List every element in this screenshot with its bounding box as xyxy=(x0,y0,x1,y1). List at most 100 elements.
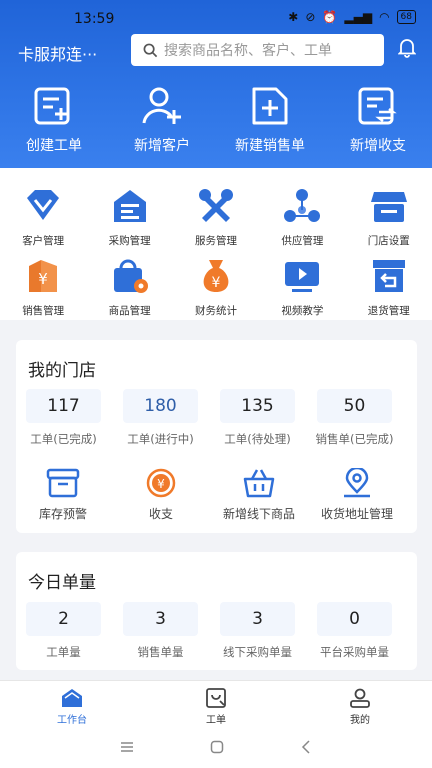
stat-label: 线下采购单量 xyxy=(223,645,292,659)
income-expense-icon xyxy=(358,87,397,125)
store-icon xyxy=(370,192,407,222)
tab-mine[interactable]: 我的 xyxy=(288,681,432,726)
store-selector[interactable]: 卡服邦连··· xyxy=(18,41,97,65)
status-icons: ✱ ⊘ ⏰ ▂▄▆ ◠ 68 xyxy=(288,10,416,24)
grid-label: 采购管理 xyxy=(108,235,151,247)
bluetooth-icon: ✱ xyxy=(288,10,299,24)
stat-value: 3 xyxy=(123,602,198,636)
grid-label: 服务管理 xyxy=(194,235,237,247)
stat-label: 工单(进行中) xyxy=(127,432,194,446)
goods-icon xyxy=(113,259,148,293)
grid-item-service[interactable]: 服务管理 xyxy=(173,186,259,248)
basket-icon xyxy=(243,469,275,498)
grid-row: 客户管理 采购管理 服务管理 供应管理 门店设置 xyxy=(0,186,432,248)
tab-workbench[interactable]: 工作台 xyxy=(0,681,144,726)
grid-label: 销售管理 xyxy=(22,305,65,317)
stat-label: 销售单量 xyxy=(137,645,184,659)
stat-label: 工单(待处理) xyxy=(224,432,291,446)
nav-label: 工作台 xyxy=(57,715,87,726)
video-icon xyxy=(285,262,320,292)
top-bar: 卡服邦连··· 搜索商品名称、客户、工单 xyxy=(0,34,432,68)
my-store-stats: 117 工单(已完成) 180 工单(进行中) 135 工单(待处理) 50 销… xyxy=(26,389,393,447)
grid-item-goods[interactable]: 商品管理 xyxy=(86,256,172,318)
document-add-icon xyxy=(34,87,70,125)
stat-workorder-count[interactable]: 2 工单量 xyxy=(26,602,101,660)
stat-sales-completed[interactable]: 50 销售单(已完成) xyxy=(316,389,393,447)
grid-item-sales[interactable]: ¥ 销售管理 xyxy=(0,256,86,318)
stat-offline-purchase-count[interactable]: 3 线下采购单量 xyxy=(220,602,295,660)
inventory-alert-button[interactable]: 库存预警 xyxy=(14,468,112,522)
menu-icon[interactable] xyxy=(120,741,134,753)
grid-item-return[interactable]: 退货管理 xyxy=(346,256,432,318)
tools-icon xyxy=(198,189,233,222)
service-label: 收支 xyxy=(148,507,173,521)
add-offline-goods-button[interactable]: 新增线下商品 xyxy=(210,468,308,522)
grid-item-customer[interactable]: 客户管理 xyxy=(0,186,86,248)
today-title: 今日单量 xyxy=(28,573,96,593)
diamond-icon xyxy=(27,190,60,220)
purchase-icon xyxy=(113,190,146,222)
quick-actions: 创建工单 新增客户 新建销售单 新增收支 xyxy=(0,86,432,155)
grid-label: 退货管理 xyxy=(367,305,410,317)
status-time: 13:59 xyxy=(74,11,115,27)
stat-label: 销售单(已完成) xyxy=(315,432,394,446)
quick-action-label: 新建销售单 xyxy=(235,138,305,154)
service-label: 新增线下商品 xyxy=(222,507,295,521)
grid-item-finance[interactable]: ¥ 财务统计 xyxy=(173,256,259,318)
today-stats: 2 工单量 3 销售单量 3 线下采购单量 0 平台采购单量 xyxy=(26,602,392,660)
search-icon xyxy=(143,43,158,57)
search-input[interactable]: 搜索商品名称、客户、工单 xyxy=(131,34,384,66)
add-income-expense-button[interactable]: 新增收支 xyxy=(324,86,432,155)
service-label: 收货地址管理 xyxy=(320,507,393,521)
grid-item-supply[interactable]: 供应管理 xyxy=(259,186,345,248)
sales-icon: ¥ xyxy=(29,260,58,292)
sales-add-icon xyxy=(252,87,288,125)
grid-row: ¥ 销售管理 商品管理 ¥ 财务统计 视频教学 退货管理 xyxy=(0,256,432,318)
inventory-icon xyxy=(46,468,80,498)
today-orders-card: 今日单量 2 工单量 3 销售单量 3 线下采购单量 0 平台采购单量 xyxy=(16,552,417,670)
income-expense-button[interactable]: ¥ 收支 xyxy=(112,468,210,522)
tab-workorder[interactable]: 工单 xyxy=(144,681,288,726)
grid-item-video[interactable]: 视频教学 xyxy=(259,256,345,318)
stat-value: 2 xyxy=(26,602,101,636)
service-label: 库存预警 xyxy=(38,507,87,521)
stat-workorder-in-progress[interactable]: 180 工单(进行中) xyxy=(123,389,198,447)
stat-value: 50 xyxy=(317,389,392,423)
system-nav-bar xyxy=(0,726,432,768)
stat-workorder-completed[interactable]: 117 工单(已完成) xyxy=(26,389,101,447)
stat-platform-purchase-count[interactable]: 0 平台采购单量 xyxy=(317,602,392,660)
nav-label: 工单 xyxy=(206,715,226,726)
grid-item-purchase[interactable]: 采购管理 xyxy=(86,186,172,248)
create-workorder-button[interactable]: 创建工单 xyxy=(0,86,108,155)
svg-text:¥: ¥ xyxy=(157,477,165,491)
stat-workorder-pending[interactable]: 135 工单(待处理) xyxy=(220,389,295,447)
new-sales-order-button[interactable]: 新建销售单 xyxy=(216,86,324,155)
svg-text:¥: ¥ xyxy=(212,275,221,291)
stat-label: 平台采购单量 xyxy=(320,645,389,659)
stat-value: 135 xyxy=(220,389,295,423)
mute-icon: ⊘ xyxy=(305,10,316,24)
status-bar: 13:59 ✱ ⊘ ⏰ ▂▄▆ ◠ 68 xyxy=(0,0,432,36)
grid-label: 商品管理 xyxy=(108,305,151,317)
header-banner: 13:59 ✱ ⊘ ⏰ ▂▄▆ ◠ 68 卡服邦连··· 搜索商品名称、客户、工… xyxy=(0,0,432,168)
location-icon xyxy=(344,468,370,498)
svg-text:¥: ¥ xyxy=(38,270,48,288)
stat-sales-count[interactable]: 3 销售单量 xyxy=(123,602,198,660)
shipping-address-button[interactable]: 收货地址管理 xyxy=(308,468,406,522)
back-icon[interactable] xyxy=(300,740,312,754)
workorder-icon xyxy=(206,688,226,708)
stat-value: 180 xyxy=(123,389,198,423)
quick-action-label: 新增收支 xyxy=(350,138,406,154)
stat-label: 工单量 xyxy=(46,645,81,659)
supply-icon xyxy=(284,189,321,222)
stat-value: 0 xyxy=(317,602,392,636)
signal-icon: ▂▄▆ xyxy=(344,10,373,24)
grid-item-store-settings[interactable]: 门店设置 xyxy=(346,186,432,248)
home-icon xyxy=(62,689,82,707)
wifi-icon: ◠ xyxy=(379,10,390,24)
bell-icon[interactable] xyxy=(398,38,416,58)
yen-icon: ¥ xyxy=(146,468,176,498)
home-square-icon[interactable] xyxy=(210,740,224,754)
add-customer-button[interactable]: 新增客户 xyxy=(108,86,216,155)
quick-action-label: 新增客户 xyxy=(134,138,190,154)
